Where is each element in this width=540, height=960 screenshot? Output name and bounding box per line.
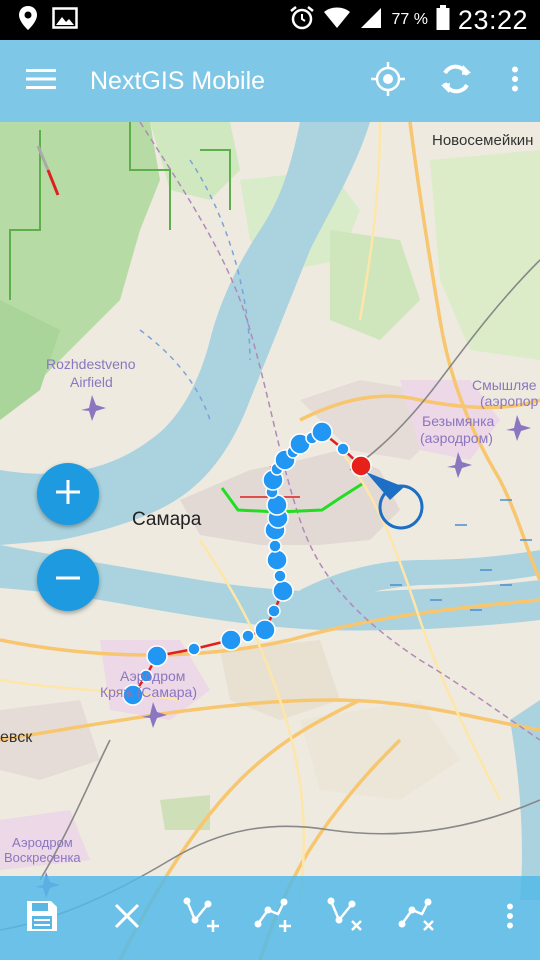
track-point <box>241 629 255 643</box>
wifi-icon <box>323 6 351 35</box>
more-vert-icon <box>506 903 514 934</box>
minus-icon <box>54 564 82 597</box>
track-point <box>336 442 350 456</box>
map-label-smyshlyaevka: Смышляе <box>472 377 537 393</box>
delete-line-icon <box>398 896 438 941</box>
sync-icon <box>438 61 474 102</box>
close-icon <box>113 902 141 935</box>
sync-button[interactable] <box>422 40 490 122</box>
map-label-novosemeykino: Новосемейкин <box>432 132 534 149</box>
add-point-end-icon <box>254 896 294 941</box>
map-label-samara: Самара <box>132 509 202 530</box>
track-point <box>220 629 242 651</box>
zoom-in-button[interactable] <box>37 463 99 525</box>
cancel-button[interactable] <box>96 876 158 960</box>
track-point <box>311 421 333 443</box>
app-title: NextGIS Mobile <box>90 66 266 95</box>
map-label-krjazh: Аэродром <box>120 668 186 684</box>
track-point <box>187 642 201 656</box>
overflow-menu-button[interactable] <box>490 40 540 122</box>
add-point-button[interactable] <box>166 876 238 960</box>
status-bar: 77 % 23:22 <box>0 0 540 40</box>
zoom-out-button[interactable] <box>37 549 99 611</box>
map-label-voskresenka: Аэродром <box>12 835 73 850</box>
app-bar: NextGIS Mobile <box>0 40 540 122</box>
track-point <box>268 539 282 553</box>
map-label-voskresenka-2: Воскресенка <box>4 850 81 865</box>
signal-icon <box>359 6 383 35</box>
image-icon <box>52 6 78 34</box>
map-label-krjazh-samara: Кряж (Самара) <box>100 684 197 700</box>
battery-icon <box>436 4 450 36</box>
map-label-left-edge: евск <box>0 729 33 746</box>
add-point-icon <box>182 896 222 941</box>
battery-percent: 77 % <box>391 11 428 28</box>
delete-line-button[interactable] <box>382 876 454 960</box>
plus-icon <box>54 478 82 511</box>
menu-button[interactable] <box>0 40 82 122</box>
map-label-smyshlyaevka-airport: (аэропор <box>480 393 539 409</box>
locate-icon <box>370 61 406 102</box>
map-label-bezymyanka-airfield: (аэродром) <box>420 430 493 446</box>
map-label-rozhdestveno-airfield: Airfield <box>70 374 113 390</box>
track-point <box>146 645 168 667</box>
more-vert-icon <box>511 66 519 97</box>
toolbar-overflow-button[interactable] <box>490 876 530 960</box>
track-point <box>254 619 276 641</box>
track-point <box>272 580 294 602</box>
alarm-icon <box>289 5 315 36</box>
delete-point-icon <box>326 896 366 941</box>
clock: 23:22 <box>457 4 528 35</box>
edit-toolbar <box>0 876 540 960</box>
save-icon <box>25 899 59 938</box>
map-label-rozhdestveno: Rozhdestveno <box>46 356 136 372</box>
track-point <box>266 549 288 571</box>
save-button[interactable] <box>0 876 84 960</box>
add-point-end-button[interactable] <box>238 876 310 960</box>
menu-icon <box>26 68 56 95</box>
map-label-bezymyanka: Безымянка <box>422 413 495 429</box>
track-point <box>273 569 287 583</box>
delete-point-button[interactable] <box>310 876 382 960</box>
location-icon <box>18 5 38 36</box>
track-point <box>267 604 281 618</box>
locate-button[interactable] <box>354 40 422 122</box>
